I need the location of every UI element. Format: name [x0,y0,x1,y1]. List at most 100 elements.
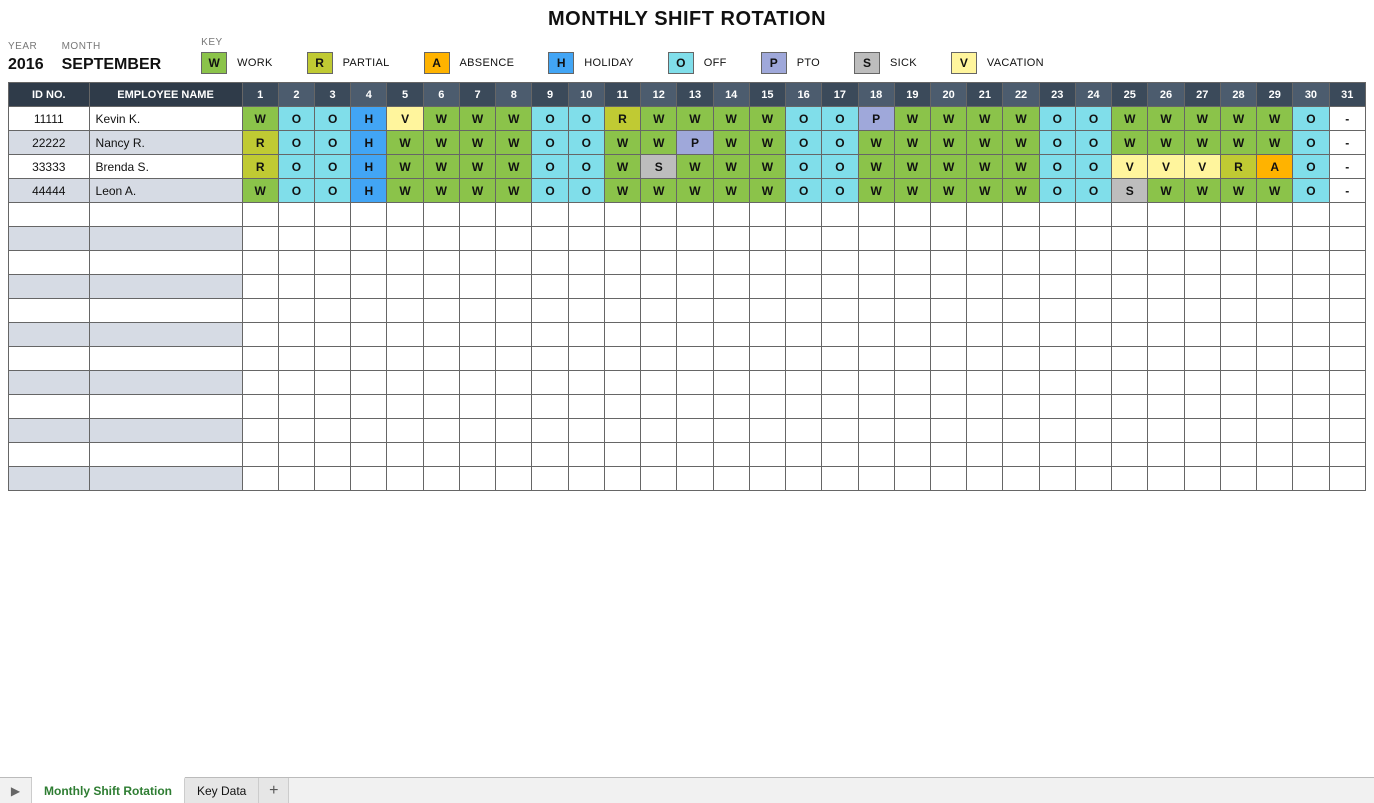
cell-day-27[interactable] [1184,203,1220,227]
cell-day-25[interactable] [1112,395,1148,419]
cell-name[interactable]: Leon A. [89,179,242,203]
cell-day-3[interactable] [315,227,351,251]
cell-day-9[interactable] [532,395,568,419]
cell-day-29[interactable] [1257,347,1293,371]
cell-day-12[interactable] [641,299,677,323]
cell-day-17[interactable] [822,347,858,371]
cell-day-12[interactable] [641,395,677,419]
cell-day-16[interactable] [786,203,822,227]
cell-day-16[interactable] [786,275,822,299]
cell-day-18[interactable]: W [858,155,894,179]
cell-day-30[interactable] [1293,347,1329,371]
cell-day-25[interactable] [1112,371,1148,395]
cell-day-10[interactable] [568,227,604,251]
cell-day-28[interactable] [1220,395,1256,419]
cell-day-6[interactable]: W [423,179,459,203]
cell-day-10[interactable] [568,203,604,227]
cell-day-1[interactable]: R [242,155,278,179]
cell-day-9[interactable] [532,251,568,275]
cell-day-15[interactable] [749,251,785,275]
cell-day-20[interactable] [930,203,966,227]
cell-day-7[interactable] [459,443,495,467]
cell-day-20[interactable] [930,395,966,419]
cell-day-7[interactable]: W [459,131,495,155]
cell-id[interactable] [9,371,90,395]
cell-day-18[interactable] [858,299,894,323]
cell-day-18[interactable] [858,395,894,419]
cell-day-2[interactable]: O [278,107,314,131]
cell-day-10[interactable] [568,347,604,371]
cell-id[interactable] [9,203,90,227]
cell-day-8[interactable]: W [496,131,532,155]
cell-day-2[interactable] [278,419,314,443]
cell-day-5[interactable]: W [387,131,423,155]
cell-id[interactable] [9,275,90,299]
cell-day-30[interactable] [1293,371,1329,395]
cell-day-14[interactable]: W [713,155,749,179]
cell-day-3[interactable] [315,443,351,467]
cell-day-5[interactable]: W [387,155,423,179]
cell-day-18[interactable]: W [858,179,894,203]
cell-day-8[interactable]: W [496,107,532,131]
cell-day-18[interactable]: W [858,131,894,155]
cell-name[interactable] [89,443,242,467]
cell-id[interactable] [9,347,90,371]
cell-day-9[interactable] [532,299,568,323]
cell-day-26[interactable] [1148,275,1184,299]
cell-day-24[interactable] [1075,251,1111,275]
cell-day-2[interactable] [278,347,314,371]
cell-day-11[interactable] [604,251,640,275]
cell-day-13[interactable] [677,299,713,323]
cell-day-6[interactable] [423,275,459,299]
cell-day-5[interactable] [387,323,423,347]
cell-day-16[interactable] [786,347,822,371]
cell-day-2[interactable]: O [278,131,314,155]
cell-day-31[interactable] [1329,275,1365,299]
cell-day-30[interactable] [1293,275,1329,299]
cell-day-29[interactable] [1257,275,1293,299]
cell-day-1[interactable] [242,371,278,395]
cell-day-13[interactable] [677,347,713,371]
cell-day-21[interactable]: W [967,107,1003,131]
cell-day-16[interactable]: O [786,131,822,155]
cell-day-5[interactable] [387,275,423,299]
cell-day-8[interactable] [496,203,532,227]
cell-day-10[interactable]: O [568,107,604,131]
cell-day-30[interactable] [1293,467,1329,491]
cell-day-11[interactable] [604,203,640,227]
cell-day-10[interactable] [568,419,604,443]
cell-day-10[interactable] [568,299,604,323]
cell-day-30[interactable] [1293,395,1329,419]
cell-day-21[interactable] [967,419,1003,443]
cell-day-27[interactable] [1184,323,1220,347]
cell-day-23[interactable] [1039,275,1075,299]
cell-day-25[interactable]: W [1112,107,1148,131]
cell-day-29[interactable] [1257,251,1293,275]
cell-day-19[interactable] [894,275,930,299]
cell-day-22[interactable] [1003,347,1039,371]
cell-day-23[interactable]: O [1039,155,1075,179]
cell-day-31[interactable]: - [1329,155,1365,179]
cell-day-11[interactable]: R [604,107,640,131]
cell-id[interactable]: 11111 [9,107,90,131]
cell-day-18[interactable] [858,419,894,443]
cell-day-11[interactable] [604,275,640,299]
cell-day-29[interactable]: W [1257,107,1293,131]
tab-key-data[interactable]: Key Data [185,778,259,803]
cell-name[interactable] [89,395,242,419]
cell-day-16[interactable] [786,443,822,467]
cell-day-6[interactable] [423,371,459,395]
cell-day-28[interactable] [1220,227,1256,251]
cell-day-20[interactable] [930,275,966,299]
cell-day-7[interactable] [459,347,495,371]
cell-day-30[interactable] [1293,299,1329,323]
cell-day-24[interactable]: O [1075,155,1111,179]
cell-day-20[interactable]: W [930,179,966,203]
cell-day-25[interactable] [1112,275,1148,299]
cell-name[interactable] [89,347,242,371]
cell-day-19[interactable] [894,443,930,467]
cell-day-26[interactable] [1148,323,1184,347]
cell-day-25[interactable] [1112,347,1148,371]
cell-day-17[interactable] [822,467,858,491]
cell-day-3[interactable] [315,275,351,299]
